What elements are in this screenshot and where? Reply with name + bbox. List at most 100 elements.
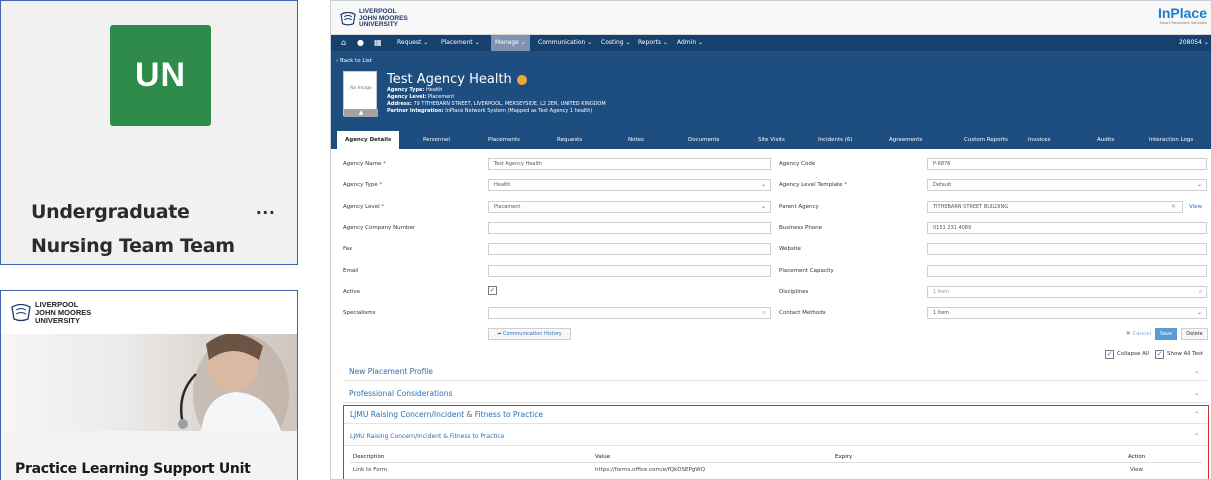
tab-interaction-logs[interactable]: Interaction Logs	[1149, 131, 1193, 149]
home-icon[interactable]: ⌂	[341, 35, 346, 51]
nav-reports[interactable]: Reports ⌄	[638, 35, 668, 51]
collapse-all-label: Collapse All	[1117, 351, 1149, 357]
parent-agency-view-link[interactable]: View	[1189, 204, 1202, 210]
card-title: Practice Learning Support Unit	[15, 461, 251, 477]
placement-capacity-field[interactable]	[927, 265, 1207, 277]
delete-button[interactable]: Delete	[1181, 328, 1208, 340]
agency-header: ‹ Back to List No Image ▲ Test Agency He…	[331, 51, 1211, 131]
placement-capacity-label: Placement Capacity	[779, 268, 834, 274]
section-new-placement-profile[interactable]: New Placement Profile ⌄	[343, 363, 1207, 381]
agency-name-field[interactable]: Test Agency Health	[488, 158, 771, 170]
university-crest-icon	[340, 11, 356, 26]
specialisms-field[interactable]: ⌕	[488, 307, 771, 319]
chevron-up-icon: ⌃	[1193, 433, 1199, 440]
column-expiry: Expiry	[835, 454, 853, 460]
parent-agency-field[interactable]: TITHEBARN STREET BUILDING ✕	[927, 201, 1183, 213]
agency-level-line: Agency Level: Placement	[387, 94, 455, 100]
company-number-field[interactable]	[488, 222, 771, 234]
business-phone-field[interactable]: 0151 231 4089	[927, 222, 1207, 234]
clear-icon[interactable]: ✕	[1171, 202, 1176, 212]
plsu-card[interactable]: LIVERPOOL JOHN MOORES UNIVERSITY Practic…	[0, 290, 298, 480]
contact-methods-label: Contact Methods	[779, 310, 826, 316]
agency-type-select[interactable]: Health ⌄	[488, 179, 771, 191]
search-icon: ⌕	[1198, 288, 1202, 295]
nav-communication[interactable]: Communication ⌄	[538, 35, 592, 51]
save-button[interactable]: Save	[1155, 328, 1177, 340]
agency-level-select[interactable]: Placement ⌄	[488, 201, 771, 213]
chevron-down-icon: ⌄	[1196, 309, 1202, 316]
edit-icon[interactable]	[516, 74, 527, 85]
active-checkbox[interactable]: ✓	[488, 286, 497, 295]
tab-agency-details[interactable]: Agency Details	[337, 131, 400, 149]
nav-request[interactable]: Request ⌄	[397, 35, 428, 51]
specialisms-label: Specialisms	[343, 310, 376, 316]
show-all-checkbox[interactable]: ✓	[1155, 350, 1164, 359]
nav-placement[interactable]: Placement ⌄	[441, 35, 480, 51]
subsection-ljmu-concern[interactable]: LJMU Raising Concern/Incident & Fitness …	[344, 428, 1207, 446]
university-logo[interactable]: LIVERPOOL JOHN MOORES UNIVERSITY	[340, 8, 408, 29]
tab-invoices[interactable]: Invoices	[1028, 131, 1051, 149]
nav-admin[interactable]: Admin ⌄	[677, 35, 703, 51]
nav-manage[interactable]: Manage ⌄	[491, 35, 530, 51]
team-card[interactable]: UN Undergraduate Nursing Team Team ...	[0, 0, 298, 265]
disciplines-label: Disciplines	[779, 289, 809, 295]
agency-code-label: Agency Code	[779, 161, 816, 167]
nav-costing[interactable]: Costing ⌄	[601, 35, 631, 51]
tab-notes[interactable]: Notes	[628, 131, 644, 149]
university-crest-icon	[11, 304, 31, 322]
tab-personnel[interactable]: Personnel	[423, 131, 450, 149]
contact-methods-select[interactable]: 1 Item ⌄	[927, 307, 1207, 319]
tab-documents[interactable]: Documents	[688, 131, 719, 149]
table-divider	[350, 462, 1202, 463]
parent-agency-label: Parent Agency	[779, 204, 819, 210]
agency-type-label: Agency Type *	[343, 182, 383, 188]
chevron-down-icon: ⌄	[1196, 181, 1202, 188]
inplace-logo[interactable]: InPlace Smart Placement Solutions	[1158, 5, 1207, 25]
section-professional-considerations[interactable]: Professional Considerations ⌄	[343, 385, 1207, 403]
university-logo: LIVERPOOL JOHN MOORES UNIVERSITY	[11, 301, 91, 325]
more-options-icon[interactable]: ...	[256, 197, 276, 220]
tab-requests[interactable]: Requests	[557, 131, 582, 149]
communication-history-button[interactable]: ➦ Communication History	[488, 328, 571, 340]
row-description: Link to Form	[353, 467, 388, 473]
website-label: Website	[779, 246, 801, 252]
agency-name-label: Agency Name *	[343, 161, 386, 167]
logo-line: UNIVERSITY	[35, 316, 81, 325]
agency-level-label: Agency Level *	[343, 204, 385, 210]
partner-integration-line: Partner Integration: InPlace Network Sys…	[387, 108, 593, 114]
cancel-button[interactable]: ✖ Cancel	[1126, 331, 1151, 337]
tab-incidents[interactable]: Incidents (6)	[818, 131, 853, 149]
agency-title-text: Test Agency Health	[387, 72, 512, 87]
back-to-list-link[interactable]: ‹ Back to List	[336, 58, 372, 64]
tab-audits[interactable]: Audits	[1097, 131, 1114, 149]
brand-tagline: Smart Placement Solutions	[1159, 21, 1207, 25]
column-action: Action	[1128, 454, 1146, 460]
agency-code-field[interactable]: P-6876	[927, 158, 1207, 170]
row-view-link[interactable]: View	[1130, 467, 1143, 473]
tab-agreements[interactable]: Agreements	[889, 131, 922, 149]
website-field[interactable]	[927, 243, 1207, 255]
agency-tabs: Agency Details Personnel Placements Requ…	[331, 131, 1211, 149]
section-ljmu-concern[interactable]: LJMU Raising Concern/Incident & Fitness …	[344, 406, 1207, 424]
user-menu[interactable]: 208054 ⌄	[1179, 35, 1209, 51]
column-value: Value	[595, 454, 611, 460]
address-line: Address: 79 TITHEBARN STREET, LIVERPOOL,…	[387, 101, 606, 107]
tab-placements[interactable]: Placements	[488, 131, 520, 149]
show-all-label: Show All Test	[1167, 351, 1203, 357]
agency-photo[interactable]: No Image ▲	[343, 71, 378, 117]
level-template-select[interactable]: Default ⌄	[927, 179, 1207, 191]
alert-icon[interactable]: ●	[357, 35, 364, 51]
business-phone-label: Business Phone	[779, 225, 823, 231]
upload-photo-icon[interactable]: ▲	[344, 109, 378, 117]
tab-custom-reports[interactable]: Custom Reports	[964, 131, 1008, 149]
calendar-icon[interactable]: ▦	[374, 35, 382, 51]
collapse-all-checkbox[interactable]: ✓	[1105, 350, 1114, 359]
no-image-label: No Image	[350, 86, 372, 91]
tab-site-visits[interactable]: Site Visits	[758, 131, 785, 149]
email-label: Email	[343, 268, 359, 274]
email-field[interactable]	[488, 265, 771, 277]
disciplines-field[interactable]: 1 Item ⌕	[927, 286, 1207, 298]
agency-type-line: Agency Type: Health	[387, 87, 443, 93]
fax-field[interactable]	[488, 243, 771, 255]
company-number-label: Agency Company Number	[343, 225, 416, 231]
